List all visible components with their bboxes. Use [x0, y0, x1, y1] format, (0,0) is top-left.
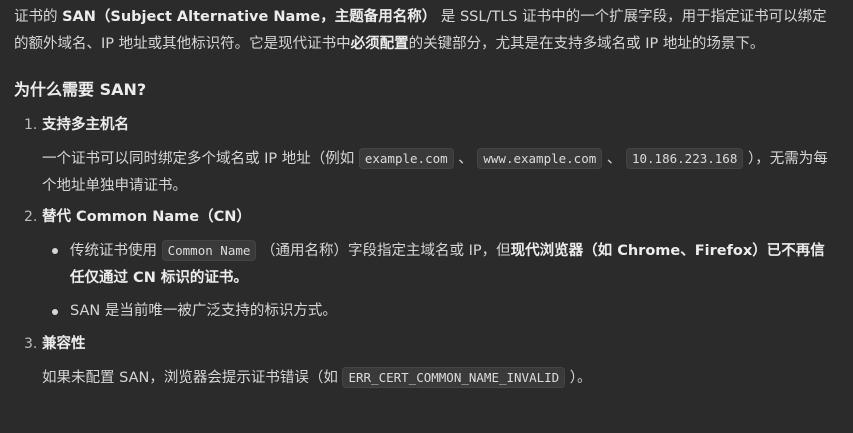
- body-text: ）。: [565, 370, 592, 386]
- body-text: 一个证书可以同时绑定多个域名或 IP 地址（例如: [42, 151, 359, 167]
- list-item-body: 一个证书可以同时绑定多个域名或 IP 地址（例如 example.com 、 w…: [42, 145, 839, 200]
- inline-code: example.com: [358, 148, 454, 169]
- intro-bold-san: SAN（Subject Alternative Name，主题备用名称）: [62, 9, 437, 25]
- intro-bold-must: 必须配置: [350, 36, 409, 52]
- intro-text: 证书的: [14, 9, 63, 25]
- inline-code: Common Name: [161, 240, 257, 261]
- list-number: 1.: [24, 117, 38, 133]
- bullet-list: 传统证书使用 Common Name （通用名称）字段指定主域名或 IP，但现代…: [42, 237, 839, 325]
- list-item-title: 兼容性: [42, 336, 86, 352]
- document-content: 证书的 SAN（Subject Alternative Name，主题备用名称）…: [0, 0, 853, 433]
- body-text: 如果未配置 SAN，浏览器会提示证书错误（如: [42, 370, 343, 386]
- list-item-title: 支持多主机名: [42, 117, 129, 133]
- list-item-3: 3. 兼容性 如果未配置 SAN，浏览器会提示证书错误（如 ERR_CERT_C…: [14, 331, 839, 392]
- inline-code: 10.186.223.168: [625, 148, 744, 169]
- bullet-item: 传统证书使用 Common Name （通用名称）字段指定主域名或 IP，但现代…: [42, 237, 839, 292]
- body-text: 传统证书使用: [70, 243, 162, 259]
- body-text: SAN 是当前唯一被广泛支持的标识方式。: [70, 303, 337, 319]
- inline-code: www.example.com: [477, 148, 603, 169]
- body-text: （通用名称）字段指定主域名或 IP，但: [256, 243, 511, 259]
- intro-paragraph: 证书的 SAN（Subject Alternative Name，主题备用名称）…: [14, 4, 839, 58]
- inline-code: ERR_CERT_COMMON_NAME_INVALID: [342, 367, 566, 388]
- body-text: 、: [602, 151, 626, 167]
- body-text: 、: [453, 151, 478, 167]
- list-item-2: 2. 替代 Common Name（CN） 传统证书使用 Common Name…: [14, 204, 839, 325]
- list-number: 2.: [24, 209, 38, 225]
- list-item-1: 1. 支持多主机名 一个证书可以同时绑定多个域名或 IP 地址（例如 examp…: [14, 112, 839, 200]
- list-item-title: 替代 Common Name（CN）: [42, 209, 251, 225]
- list-item-body: 如果未配置 SAN，浏览器会提示证书错误（如 ERR_CERT_COMMON_N…: [42, 364, 839, 392]
- list-number: 3.: [24, 336, 38, 352]
- intro-text: 的关键部分，尤其是在支持多域名或 IP 地址的场景下。: [408, 36, 765, 52]
- bullet-item: SAN 是当前唯一被广泛支持的标识方式。: [42, 298, 839, 325]
- section-heading: 为什么需要 SAN?: [14, 80, 147, 99]
